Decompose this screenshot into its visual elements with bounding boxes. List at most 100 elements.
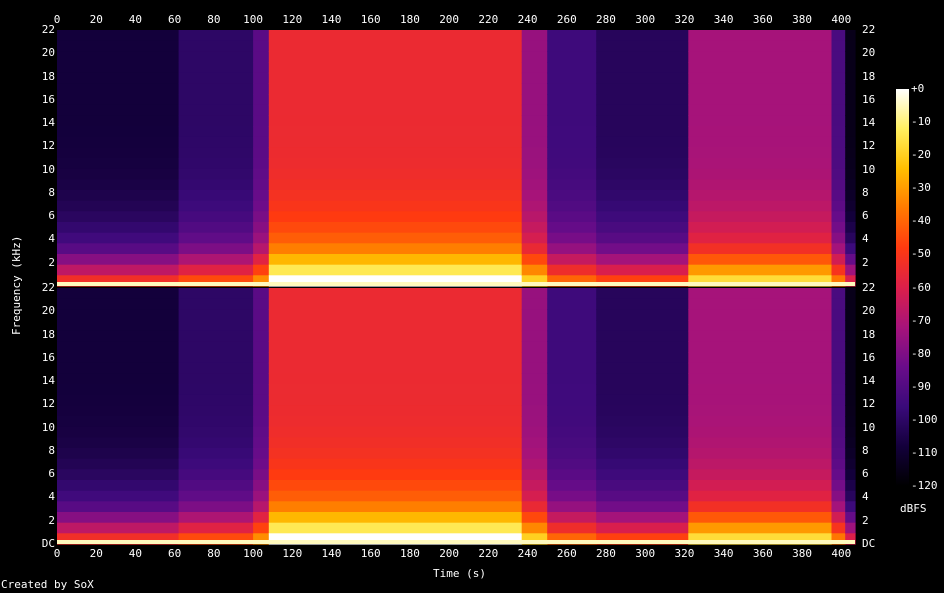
spectrogram-cell: [253, 394, 270, 406]
spectrogram-cell: [845, 62, 856, 74]
spectrogram-cell: [521, 405, 548, 417]
spectrogram-cell: [521, 320, 548, 332]
spectrogram-cell: [268, 232, 523, 244]
spectrogram-cell: [253, 62, 270, 74]
spectrogram-cell: [596, 83, 689, 95]
spectrogram-cell: [268, 469, 523, 481]
spectrogram-cell: [521, 30, 548, 42]
x-tick-label-top: 260: [556, 13, 577, 26]
spectrogram-cell: [845, 51, 856, 63]
spectrogram-cell: [268, 394, 523, 406]
spectrogram-cell: [596, 232, 689, 244]
spectrogram-cell: [547, 211, 597, 223]
spectrogram-cell: [596, 288, 689, 300]
x-tick-label-bottom: 380: [792, 547, 812, 560]
x-tick-label-top: 120: [282, 13, 303, 26]
spectrogram-cell: [688, 394, 832, 406]
spectrogram-cell: [178, 362, 254, 374]
spectrogram-cell: [57, 362, 180, 374]
spectrogram-cell: [178, 222, 254, 234]
spectrogram-cell: [845, 394, 856, 406]
spectrogram-cell: [178, 147, 254, 159]
spectrogram-cell: [845, 320, 856, 332]
spectrogram-cell: [178, 522, 254, 534]
spectrogram-cell: [688, 62, 832, 74]
y-tick-label-right-dc: DC: [862, 537, 876, 550]
spectrogram-cell: [57, 51, 180, 63]
spectrogram-cell: [688, 222, 832, 234]
spectrogram-cell: [596, 179, 689, 191]
spectrogram-cell: [253, 211, 270, 223]
spectrogram-cell: [57, 264, 180, 276]
spectrogram-cell: [521, 115, 548, 127]
spectrogram-cell: [178, 501, 254, 513]
spectrogram-cell: [268, 362, 523, 374]
spectrogram-cell: [845, 72, 856, 84]
x-tick-label-top: 200: [439, 13, 460, 26]
spectrogram-cell: [688, 147, 832, 159]
spectrogram-cell: [688, 512, 832, 524]
spectrogram-cell: [831, 416, 846, 428]
spectrogram-cell: [596, 309, 689, 321]
spectrogram-cell: [831, 384, 846, 396]
spectrogram-cell: [253, 94, 270, 106]
spectrogram-cell: [547, 147, 597, 159]
x-tick-label-bottom: 80: [207, 547, 221, 560]
y-tick-label-left: 20: [41, 46, 55, 60]
spectrogram-cell: [688, 168, 832, 180]
spectrogram-cell: [845, 243, 856, 255]
spectrogram-cell: [596, 72, 689, 84]
spectrogram-cell: [268, 480, 523, 492]
spectrogram-cell: [845, 222, 856, 234]
spectrogram-cell: [178, 405, 254, 417]
y-tick-label-left: 16: [41, 92, 55, 106]
colorbar-tick-label: -50: [911, 247, 931, 261]
spectrogram-cell: [268, 104, 523, 116]
spectrogram-cell: [521, 426, 548, 438]
spectrogram-cell: [268, 320, 523, 332]
spectrogram-cell: [57, 298, 180, 310]
spectrogram-cell: [688, 104, 832, 116]
spectrogram-cell: [178, 416, 254, 428]
x-tick-label-bottom: 300: [635, 547, 656, 560]
spectrogram-cell: [831, 147, 846, 159]
spectrogram-cell: [521, 232, 548, 244]
spectrogram-cell: [596, 458, 689, 470]
spectrogram-cell: [831, 222, 846, 234]
y-tick-label-left-dc: DC: [41, 537, 55, 550]
spectrogram-cell: [688, 373, 832, 385]
spectrogram-cell: [57, 254, 180, 266]
spectrogram-cell: [178, 254, 254, 266]
spectrogram-cell: [57, 62, 180, 74]
y-tick-label-right: 2: [862, 513, 869, 527]
y-tick-label-left: 22: [41, 23, 55, 36]
colorbar-tick-label: -40: [911, 214, 931, 228]
dc-band: [57, 282, 855, 286]
spectrogram-cell: [831, 490, 846, 502]
y-tick-label-right: 14: [862, 116, 876, 130]
y-tick-label-right: 22: [862, 23, 876, 36]
spectrogram-cell: [845, 330, 856, 342]
spectrogram-cell: [831, 448, 846, 460]
spectrogram-cell: [57, 458, 180, 470]
spectrogram-cell: [596, 298, 689, 310]
dc-band: [57, 540, 855, 544]
spectrogram-cell: [57, 501, 180, 513]
spectrogram-cell: [688, 362, 832, 374]
spectrogram-cell: [845, 264, 856, 276]
spectrogram-cell: [547, 394, 597, 406]
x-tick-label-bottom: 120: [282, 547, 303, 560]
spectrogram-cell: [831, 426, 846, 438]
spectrogram-cell: [253, 83, 270, 95]
spectrogram-cell: [178, 94, 254, 106]
spectrogram-cell: [253, 243, 270, 255]
spectrogram-cell: [178, 480, 254, 492]
spectrogram-cell: [57, 72, 180, 84]
x-tick-label-bottom: 360: [752, 547, 773, 560]
spectrogram-cell: [547, 104, 597, 116]
spectrogram-cell: [845, 288, 856, 300]
spectrogram-cell: [831, 83, 846, 95]
spectrogram-cell: [268, 168, 523, 180]
spectrogram-cell: [268, 147, 523, 159]
spectrogram-cell: [596, 190, 689, 202]
